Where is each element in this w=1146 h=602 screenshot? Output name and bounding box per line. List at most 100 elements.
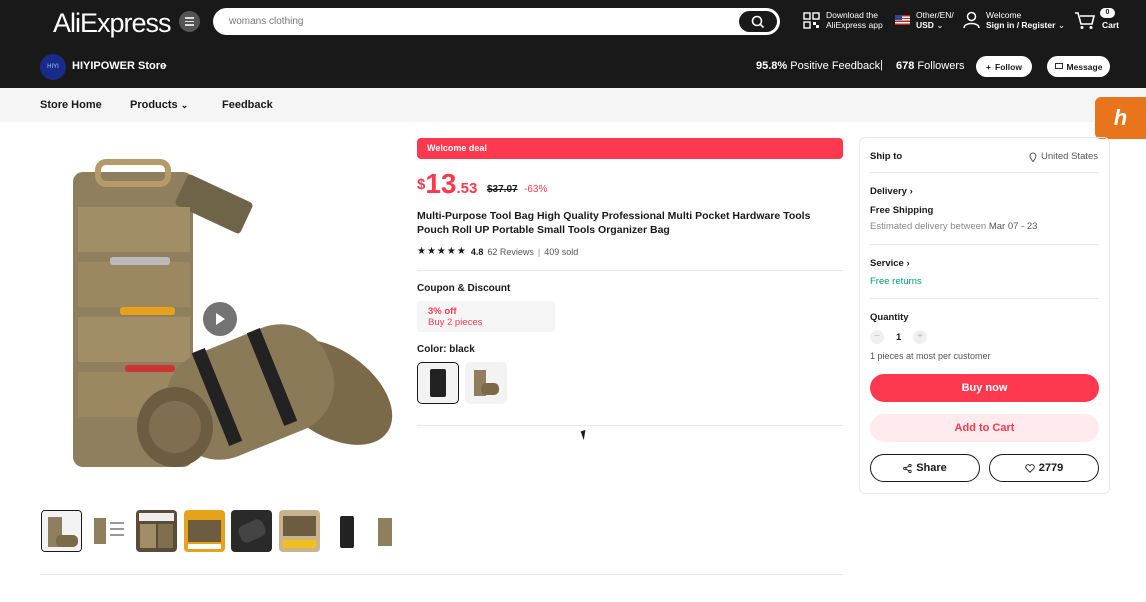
store-name[interactable]: HIYIPOWER Store <box>72 60 166 72</box>
wishlist-count: 2779 <box>1038 462 1064 474</box>
quantity-note: 1 pieces at most per customer <box>870 351 991 361</box>
nav-products[interactable]: Products ⌄ <box>130 99 188 111</box>
qr-code-icon <box>803 11 820 29</box>
divider <box>417 270 843 271</box>
rating-row: ★★★★★ 4.8 62 Reviews | 409 sold <box>417 246 578 257</box>
chevron-right-icon: › <box>909 186 913 197</box>
stat-separator: | <box>880 59 883 71</box>
search-button[interactable] <box>739 11 777 32</box>
delivery-estimate: Estimated delivery between Mar 07 - 23 <box>870 221 1037 232</box>
welcome-deal-banner: Welcome deal <box>417 138 843 159</box>
top-header: AliExpress Download theAliExpress app Ot… <box>0 0 1146 88</box>
thumbnail-5[interactable] <box>231 510 272 552</box>
user-icon <box>963 11 980 29</box>
search-bar <box>213 8 780 35</box>
coupon-title: 3% off <box>428 306 457 317</box>
feedback-value: 95.8% <box>756 60 788 72</box>
price-dec: .53 <box>456 180 478 197</box>
ship-to-label: Ship to <box>870 151 903 162</box>
heart-icon <box>1025 463 1035 473</box>
thumbnail-1[interactable] <box>41 510 82 552</box>
rating-value: 4.8 <box>470 246 484 257</box>
star-icon: ★★★★★ <box>417 246 467 257</box>
plus-icon: + <box>986 61 992 72</box>
estimate-dates: Mar 07 - 23 <box>988 221 1038 232</box>
account-menu[interactable]: Welcome Sign in / Register ⌄ <box>963 10 1065 30</box>
app-line2: AliExpress app <box>826 20 883 30</box>
locale-selector[interactable]: Other/EN/USD ⌄ <box>895 10 954 30</box>
currency-label: USD <box>916 20 934 30</box>
reviews-link[interactable]: 62 Reviews <box>487 247 534 257</box>
thumbnail-8[interactable] <box>374 510 401 552</box>
chevron-down-icon: ⌄ <box>1057 20 1065 30</box>
chevron-down-icon: ⌄ <box>180 100 189 110</box>
search-input[interactable] <box>229 13 709 30</box>
honey-icon[interactable]: h <box>1095 97 1146 139</box>
quantity-decrease-button[interactable]: − <box>870 330 884 344</box>
store-logo[interactable]: HIYI <box>40 54 66 80</box>
app-line1: Download the <box>826 10 878 20</box>
ship-to-selector[interactable]: United States <box>1029 151 1098 162</box>
message-button[interactable]: Message <box>1047 56 1110 77</box>
menu-icon[interactable] <box>179 11 200 32</box>
cart-icon <box>1075 12 1096 29</box>
cart-count-badge: 0 <box>1100 8 1115 18</box>
chevron-right-icon[interactable]: › <box>163 58 167 72</box>
divider <box>870 244 1099 245</box>
aliexpress-logo[interactable]: AliExpress <box>53 8 172 39</box>
coupon-heading: Coupon & Discount <box>417 283 511 294</box>
nav-feedback[interactable]: Feedback <box>222 99 273 111</box>
sold-count: 409 sold <box>544 246 579 257</box>
share-icon <box>903 463 912 473</box>
followers-count: 678 Followers <box>896 60 965 72</box>
color-swatch-khaki[interactable] <box>465 362 507 404</box>
share-label: Share <box>916 462 947 474</box>
delivery-label: Delivery <box>870 186 907 197</box>
us-flag-icon <box>895 15 910 25</box>
quantity-label: Quantity <box>870 312 909 323</box>
service-value: Free returns <box>870 276 922 287</box>
search-icon <box>751 15 765 28</box>
thumbnail-3[interactable] <box>136 510 177 552</box>
share-button[interactable]: Share <box>870 454 980 482</box>
buy-now-button[interactable]: Buy now <box>870 374 1099 402</box>
follow-label: Follow <box>995 61 1022 72</box>
chevron-right-icon: › <box>906 258 910 269</box>
thumbnail-7[interactable] <box>327 510 368 552</box>
play-icon <box>216 313 225 325</box>
thumbnail-4[interactable] <box>184 510 225 552</box>
divider <box>870 172 1099 173</box>
color-swatch-black[interactable] <box>417 362 459 404</box>
quantity-increase-button[interactable]: + <box>913 330 927 344</box>
delivery-link[interactable]: Delivery › <box>870 186 913 197</box>
thumbnail-2[interactable] <box>88 510 129 552</box>
positive-feedback: 95.8% Positive Feedback <box>756 60 880 72</box>
thumbnail-6[interactable] <box>279 510 320 552</box>
quantity-value[interactable]: 1 <box>896 332 901 343</box>
divider <box>417 425 843 426</box>
followers-value: 678 <box>896 60 915 72</box>
current-price: $13.53 <box>417 168 477 200</box>
feedback-label: Positive Feedback <box>790 60 881 72</box>
chevron-down-icon: ⌄ <box>936 20 944 30</box>
nav-products-label: Products <box>130 99 178 111</box>
estimate-prefix: Estimated delivery between <box>870 221 987 232</box>
discount-badge: -63% <box>524 184 548 195</box>
wishlist-button[interactable]: 2779 <box>989 454 1099 482</box>
coupon-sub: Buy 2 pieces <box>428 317 483 328</box>
product-title: Multi-Purpose Tool Bag High Quality Prof… <box>417 210 811 236</box>
color-heading: Color: black <box>417 344 475 355</box>
play-video-button[interactable] <box>203 302 237 336</box>
nav-store-home[interactable]: Store Home <box>40 99 102 111</box>
welcome-text: Welcome <box>986 10 1022 20</box>
original-price: $37.07 <box>487 184 518 195</box>
follow-button[interactable]: + Follow <box>976 56 1032 77</box>
followers-label: Followers <box>917 60 965 72</box>
price-int: 13 <box>425 168 457 199</box>
add-to-cart-button[interactable]: Add to Cart <box>870 414 1099 442</box>
coupon-card[interactable]: 3% off Buy 2 pieces <box>417 301 555 332</box>
shipping-value: Free Shipping <box>870 205 934 216</box>
service-link[interactable]: Service › <box>870 258 910 269</box>
download-app-link[interactable]: Download the AliExpress app <box>803 10 883 30</box>
rating-separator: | <box>537 246 541 257</box>
